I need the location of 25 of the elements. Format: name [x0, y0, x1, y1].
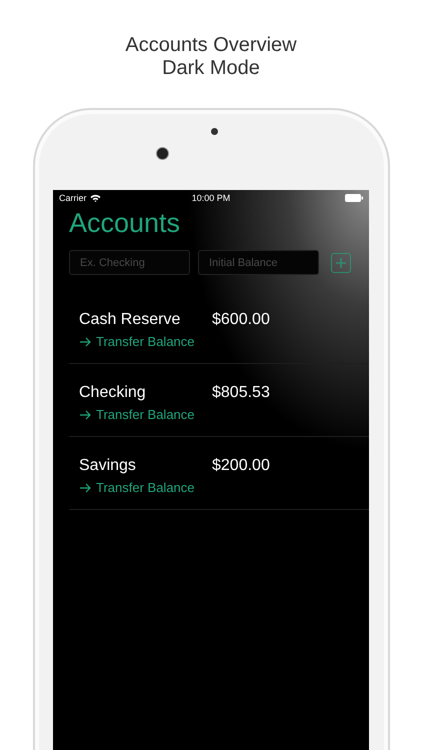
caption-text: Dark Mode — [162, 57, 260, 80]
transfer-link[interactable]: Transfer Balance — [79, 480, 195, 495]
battery-icon — [345, 194, 363, 202]
caption-text: Accounts Overview — [125, 34, 297, 57]
speaker-icon — [210, 128, 218, 135]
account-balance: $805.53 — [212, 384, 270, 402]
arrow-icon — [79, 410, 91, 420]
camera-icon — [156, 147, 168, 160]
arrow-icon — [79, 482, 91, 492]
account-name: Checking — [79, 384, 147, 402]
input-field[interactable]: Initial Balance — [198, 250, 319, 275]
add-button[interactable] — [331, 252, 351, 272]
plus-icon — [335, 256, 347, 268]
screen-title: Accounts — [69, 207, 182, 240]
status-time: 10:00 PM — [192, 193, 230, 203]
input-field[interactable]: Ex. Checking — [69, 250, 190, 275]
arrow-icon — [79, 336, 91, 346]
carrier-label: Carrier — [59, 193, 87, 203]
account-balance: $200.00 — [212, 457, 270, 475]
wifi-icon — [90, 194, 101, 202]
transfer-link[interactable]: Transfer Balance — [79, 407, 195, 422]
account-balance: $600.00 — [212, 311, 270, 329]
account-name: Cash Reserve — [79, 311, 182, 329]
account-name: Savings — [79, 457, 137, 475]
transfer-link[interactable]: Transfer Balance — [79, 334, 195, 349]
